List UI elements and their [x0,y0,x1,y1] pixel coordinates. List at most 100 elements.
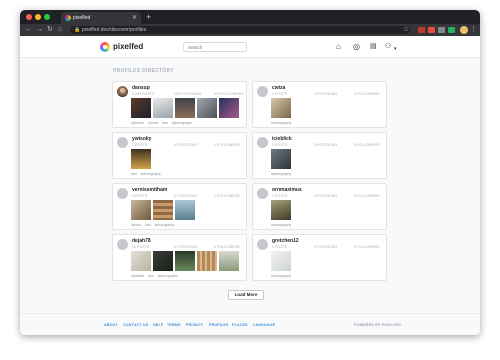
close-window-button[interactable] [26,14,32,20]
pixelfed-logo-icon[interactable] [100,42,110,52]
avatar[interactable] [257,86,268,97]
logo-text[interactable]: pixelfed [113,42,143,52]
inbox-icon[interactable]: ▤ [370,41,377,53]
extension-icon[interactable] [438,27,445,33]
footer-link-privacy[interactable]: PRIVACY [186,323,203,327]
pixelfed-favicon-icon [65,15,71,21]
hashtag-list: #art #photography [131,172,164,176]
username[interactable]: dejah78 [132,238,151,244]
hashtag[interactable]: #photo [148,121,158,125]
avatar[interactable] [117,137,128,148]
profile-card: icieblick 1 POSTS 0 POSTS/DAY 0 FOLLOWER… [252,132,387,179]
photo-thumbnail[interactable] [197,98,217,118]
photo-thumbnail[interactable] [219,251,239,271]
hashtag[interactable]: #art [148,274,154,278]
bookmark-star-icon[interactable]: ☆ [403,24,409,36]
photo-thumbnail[interactable] [271,98,291,118]
username[interactable]: vernissmitham [132,187,167,193]
username[interactable]: ornmaximus [272,187,302,193]
photo-thumbnail[interactable] [131,98,151,118]
photo-thumbnail[interactable] [175,98,195,118]
username[interactable]: icieblick [272,136,292,142]
hashtag[interactable]: #photography [172,121,192,125]
hashtag[interactable]: #photography [271,223,291,227]
hashtag[interactable]: #photography [271,121,291,125]
followers-count: 1 FOLLOWERS [214,143,240,147]
back-icon[interactable]: ← [25,24,32,36]
username[interactable]: gretchen12 [272,238,299,244]
photo-thumbnail[interactable] [153,200,173,220]
photo-thumbnail[interactable] [175,251,195,271]
footer-link-terms[interactable]: TERMS [167,323,181,327]
photo-thumbnail[interactable] [131,200,151,220]
chevron-down-icon[interactable]: ▾ [394,43,397,55]
photo-thumbnail[interactable] [271,149,291,169]
followers-count: 0 FOLLOWERS [354,92,380,96]
avatar[interactable] [257,137,268,148]
hashtag[interactable]: #pixelfed [131,121,144,125]
username[interactable]: ywisoky [132,136,151,142]
followers-count: 0 FOLLOWERS [354,194,380,198]
photo-thumbnail[interactable] [131,149,151,169]
extension-icon[interactable] [418,27,425,33]
footer-link-help[interactable]: HELP [153,323,163,327]
minimize-window-button[interactable] [35,14,41,20]
home-browser-icon[interactable]: ⌂ [58,24,62,36]
hashtag[interactable]: #art [131,172,137,176]
home-icon[interactable]: ⌂ [336,41,341,53]
hashtag[interactable]: #pixelfed [131,274,144,278]
footer-link-language[interactable]: LANGUAGE [253,323,275,327]
photo-thumbnail[interactable] [153,98,173,118]
avatar[interactable] [117,188,128,199]
maximize-window-button[interactable] [44,14,50,20]
new-tab-icon[interactable]: + [146,11,151,23]
posts-count: 3 POSTS [132,194,148,198]
avatar[interactable] [117,239,128,250]
username[interactable]: dansup [132,85,150,91]
photo-thumbnail[interactable] [219,98,239,118]
avatar[interactable] [257,239,268,250]
forward-icon[interactable]: → [36,24,43,36]
posts-count: 10 POSTS [132,245,150,249]
hashtag[interactable]: #photography [141,172,161,176]
photo-thumbnail[interactable] [131,251,151,271]
browser-tab[interactable]: pixelfed ✕ [61,12,141,24]
hashtag[interactable]: #photography [158,274,178,278]
footer-link-places[interactable]: PLACES [232,323,248,327]
search-input[interactable] [183,42,247,52]
username[interactable]: cwiza [272,85,285,91]
photo-thumbnail[interactable] [175,200,195,220]
footer-link-contact[interactable]: CONTACT US [123,323,148,327]
profile-card: vernissmitham 3 POSTS 0 POSTS/DAY 1 FOLL… [112,183,247,230]
photo-thumbnail[interactable] [271,200,291,220]
photo-thumbnail[interactable] [271,251,291,271]
avatar[interactable] [257,188,268,199]
address-bar[interactable]: 🔒 pixelfed.dev/discover/profiles [70,26,410,34]
hashtag[interactable]: #photography [271,172,291,176]
photo-thumbnail[interactable] [153,251,173,271]
tab-close-icon[interactable]: ✕ [132,12,137,24]
extension-icon[interactable] [428,27,435,33]
hashtag[interactable]: #art [145,223,151,227]
browser-window: pixelfed ✕ + ← → ↻ ⌂ 🔒 pixelfed.dev/disc… [20,10,480,335]
user-icon[interactable]: ⚇ [385,41,391,53]
avatar[interactable] [117,86,128,97]
extension-icon[interactable] [448,27,455,33]
footer-link-about[interactable]: ABOUT [104,323,118,327]
browser-menu-icon[interactable]: ⋮ [470,24,477,36]
reload-icon[interactable]: ↻ [47,24,53,36]
hashtag[interactable]: #photography [155,223,175,227]
hashtag[interactable]: #art [162,121,168,125]
posts-count: 2,594 POSTS [132,92,155,96]
browser-profile-avatar[interactable] [460,26,468,34]
hashtag-list: #pixelfed #art #photography [131,274,181,278]
posts-per-day: 0 POSTS/DAY [174,245,198,249]
footer-link-profiles[interactable]: PROFILES [209,323,229,327]
compass-icon[interactable]: ◎ [353,41,360,53]
page-title: PROFILES DIRECTORY [113,68,174,74]
browser-toolbar: ← → ↻ ⌂ 🔒 pixelfed.dev/discover/profiles… [20,24,480,36]
hashtag[interactable]: #photography [271,274,291,278]
load-more-button[interactable]: Load More [228,290,264,300]
hashtag[interactable]: #photo [131,223,141,227]
photo-thumbnail[interactable] [197,251,217,271]
